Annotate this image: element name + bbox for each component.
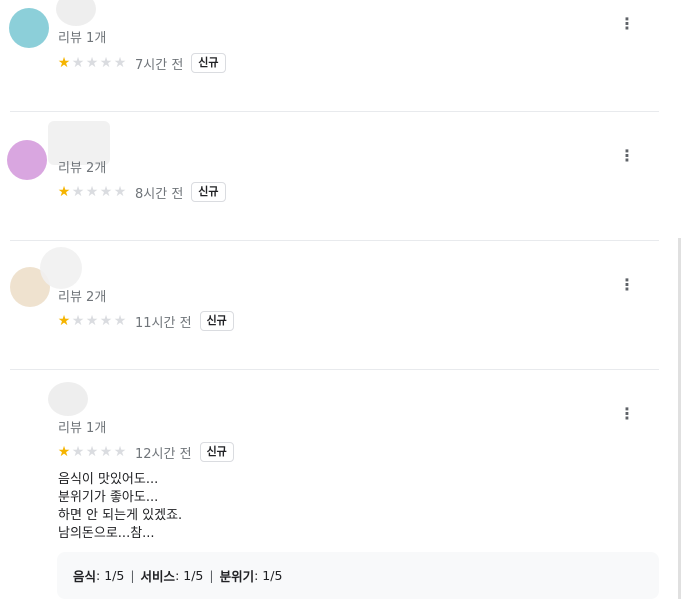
avatar[interactable] — [7, 140, 47, 180]
rating-details: 음식: 1/5 | 서비스: 1/5 | 분위기: 1/5 — [57, 552, 659, 599]
review-card: 리뷰 1개 ★ ★ ★ ★ ★ 7시간 전 신규 ⋮ — [0, 0, 681, 111]
new-badge: 신규 — [199, 442, 234, 462]
star-filled-icon: ★ — [57, 55, 71, 71]
more-options-icon[interactable]: ⋮ — [618, 405, 636, 423]
more-options-icon[interactable]: ⋮ — [618, 276, 636, 294]
service-label: 서비스 — [140, 569, 176, 584]
review-time: 7시간 전 — [135, 57, 184, 73]
star-filled-icon: ★ — [57, 444, 71, 460]
rating-row: ★ ★ ★ ★ ★ 11시간 전 신규 — [57, 311, 234, 331]
review-text: 음식이 맛있어도... 분위기가 좋아도... 하면 안 되는게 있겠죠. 남의… — [58, 471, 182, 543]
new-badge: 신규 — [191, 53, 226, 73]
star-empty-icon: ★ — [113, 313, 127, 329]
star-empty-icon: ★ — [85, 55, 99, 71]
food-label: 음식 — [73, 569, 97, 584]
star-empty-icon: ★ — [99, 184, 113, 200]
new-badge: 신규 — [191, 182, 226, 202]
review-text-line: 음식이 맛있어도... — [58, 472, 159, 487]
review-time: 8시간 전 — [135, 186, 184, 202]
review-time: 12시간 전 — [135, 446, 192, 462]
star-filled-icon: ★ — [57, 313, 71, 329]
star-empty-icon: ★ — [85, 444, 99, 460]
star-empty-icon: ★ — [99, 444, 113, 460]
review-count: 리뷰 2개 — [58, 161, 107, 176]
redacted-name — [48, 382, 88, 416]
review-text-line: 남의돈으로...참... — [58, 526, 155, 541]
star-empty-icon: ★ — [71, 444, 85, 460]
star-empty-icon: ★ — [71, 313, 85, 329]
atmosphere-value: 1/5 — [262, 568, 283, 583]
redacted-name — [40, 247, 82, 289]
star-empty-icon: ★ — [71, 55, 85, 71]
star-empty-icon: ★ — [99, 313, 113, 329]
rating-row: ★ ★ ★ ★ ★ 7시간 전 신규 — [57, 53, 226, 73]
star-empty-icon: ★ — [113, 55, 127, 71]
star-filled-icon: ★ — [57, 184, 71, 200]
review-count: 리뷰 1개 — [58, 31, 107, 46]
redacted-name — [56, 0, 96, 26]
food-value: 1/5 — [104, 568, 125, 583]
star-rating: ★ ★ ★ ★ ★ — [57, 56, 127, 70]
review-count: 리뷰 2개 — [58, 290, 107, 305]
review-card: 리뷰 2개 ★ ★ ★ ★ ★ 8시간 전 신규 ⋮ — [0, 112, 681, 240]
more-options-icon[interactable]: ⋮ — [618, 15, 636, 33]
review-text-line: 분위기가 좋아도... — [58, 490, 159, 505]
service-value: 1/5 — [183, 568, 204, 583]
review-text-line: 하면 안 되는게 있겠죠. — [58, 508, 183, 523]
star-empty-icon: ★ — [85, 184, 99, 200]
review-time: 11시간 전 — [135, 315, 192, 331]
star-rating: ★ ★ ★ ★ ★ — [57, 314, 127, 328]
star-empty-icon: ★ — [71, 184, 85, 200]
review-count: 리뷰 1개 — [58, 421, 107, 436]
star-rating: ★ ★ ★ ★ ★ — [57, 445, 127, 459]
new-badge: 신규 — [199, 311, 234, 331]
rating-row: ★ ★ ★ ★ ★ 12시간 전 신규 — [57, 442, 234, 462]
star-empty-icon: ★ — [85, 313, 99, 329]
star-empty-icon: ★ — [113, 184, 127, 200]
review-card: 리뷰 2개 ★ ★ ★ ★ ★ 11시간 전 신규 ⋮ — [0, 241, 681, 369]
star-rating: ★ ★ ★ ★ ★ — [57, 185, 127, 199]
avatar[interactable] — [9, 8, 49, 48]
rating-row: ★ ★ ★ ★ ★ 8시간 전 신규 — [57, 182, 226, 202]
star-empty-icon: ★ — [99, 55, 113, 71]
atmosphere-label: 분위기 — [219, 569, 255, 584]
star-empty-icon: ★ — [113, 444, 127, 460]
more-options-icon[interactable]: ⋮ — [618, 147, 636, 165]
